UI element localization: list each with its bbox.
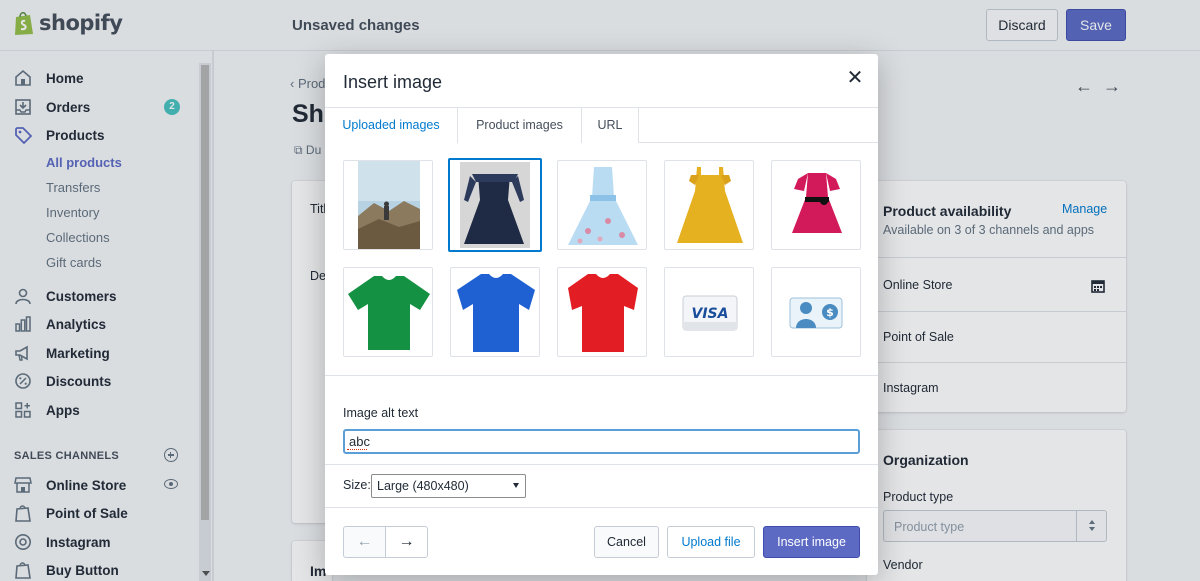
cancel-button[interactable]: Cancel — [594, 526, 659, 558]
upload-file-button[interactable]: Upload file — [667, 526, 755, 558]
previous-page-button[interactable]: ← — [343, 526, 386, 558]
divider — [325, 507, 878, 508]
pink-dress-image[interactable] — [771, 160, 861, 250]
tab-uploaded-images[interactable]: Uploaded images — [325, 108, 458, 144]
size-label: Size: — [343, 478, 371, 492]
floral-blue-dress-image[interactable] — [557, 160, 647, 250]
red-tshirt-image[interactable] — [557, 267, 647, 357]
next-page-button[interactable]: → — [385, 526, 428, 558]
blue-tshirt-image[interactable] — [450, 267, 540, 357]
payment-user-image[interactable]: $ — [771, 267, 861, 357]
alt-text-label: Image alt text — [343, 406, 419, 420]
divider — [325, 464, 878, 465]
yellow-dress-image[interactable] — [664, 160, 754, 250]
svg-text:$: $ — [826, 306, 834, 319]
insert-image-button[interactable]: Insert image — [763, 526, 860, 558]
visa-card-image[interactable]: VISA — [664, 267, 754, 357]
tab-url[interactable]: URL — [582, 108, 639, 143]
alt-text-input[interactable] — [343, 429, 860, 454]
navy-lace-dress-image[interactable] — [448, 158, 542, 252]
spellcheck-underline — [347, 448, 367, 450]
divider — [325, 375, 878, 376]
size-select[interactable]: Large (480x480) — [371, 474, 526, 498]
chevron-down-icon[interactable] — [513, 483, 519, 488]
mountain-hiker-image[interactable] — [343, 160, 433, 250]
tab-product-images[interactable]: Product images — [458, 108, 582, 143]
image-source-tabs: Uploaded images Product images URL — [325, 107, 878, 144]
modal-title: Insert image — [343, 72, 443, 92]
green-tshirt-image[interactable] — [343, 267, 433, 357]
close-icon[interactable]: ✕ — [845, 68, 865, 88]
insert-image-modal: Insert image ✕ Uploaded images Product i… — [325, 54, 878, 575]
visa-logo-text: VISA — [692, 306, 729, 322]
